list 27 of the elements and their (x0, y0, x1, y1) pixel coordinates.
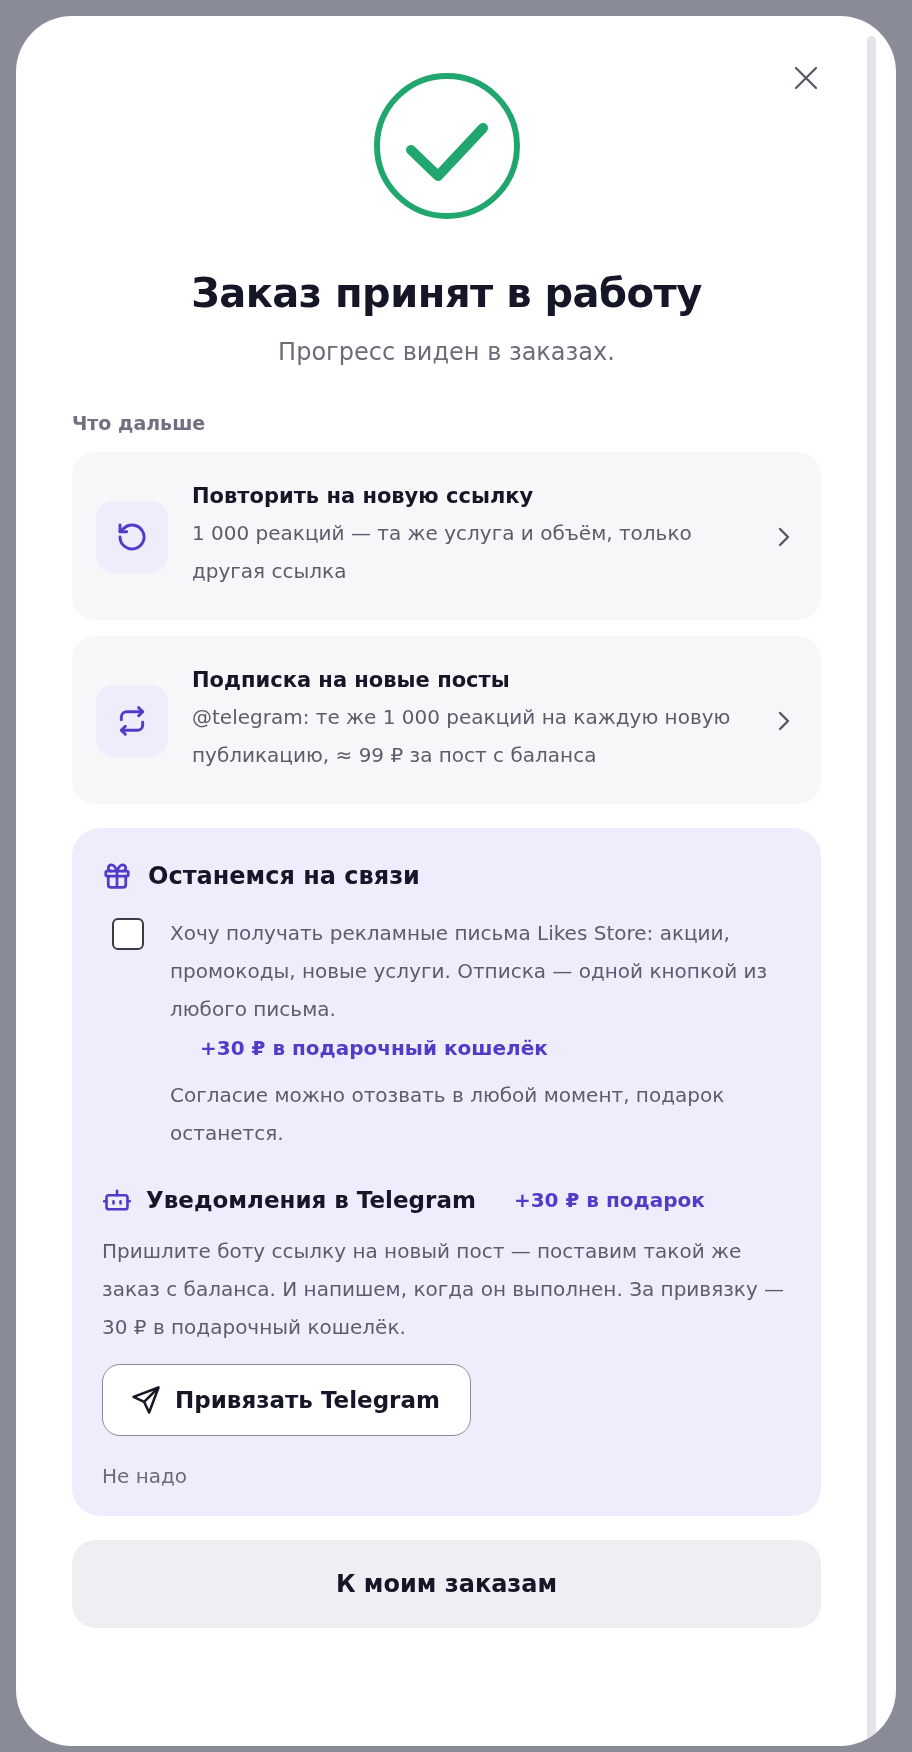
telegram-description: Пришлите боту ссылку на новый пост — поставим такой же заказ с баланса. И напишем, когда он выполнен. За привязку — 30 ₽ в подарочный кошелёк. (102, 1238, 786, 1341)
action-description: @telegram: те же 1 000 реакций на каждую новую публикацию, ≈ 99 ₽ за пост с баланса (192, 704, 732, 769)
dismiss-link[interactable]: Не надо (102, 1464, 188, 1488)
close-icon (794, 66, 818, 90)
consent-note: Согласие можно отозвать в любой момент, подарок останется. (170, 1082, 726, 1147)
action-title: Подписка на новые посты (192, 668, 511, 692)
dialog-title: Заказ принят в работу (191, 270, 702, 316)
gift-icon (102, 860, 132, 892)
bonus-text: +30 ₽ в подарочный кошелёк (200, 1036, 549, 1060)
action-description: 1 000 реакций — та же услуга и объём, только другая ссылка (192, 520, 693, 585)
dialog-subtitle: Прогресс виден в заказах. (278, 338, 615, 366)
section-title: Останемся на связи (148, 862, 420, 890)
bonus-text: +30 ₽ в подарок (513, 1188, 705, 1212)
action-card[interactable]: Подписка на новые посты @telegram: те же 1 000 реакций на каждую новую публикацию, ≈ 99 ₽ за пост с баланса (72, 636, 821, 804)
my-orders-button[interactable]: К моим заказам (72, 1540, 821, 1628)
link-telegram-button[interactable]: Привязать Telegram (102, 1364, 471, 1436)
send-icon (131, 1385, 161, 1415)
check-circle-icon (372, 72, 521, 220)
undo-icon (116, 521, 148, 553)
newsletter-label: Хочу получать рекламные письма Likes Store: акции, промокоды, новые услуги. Отписка — одной кнопкой из любого письма. (170, 920, 769, 1023)
telegram-title: Уведомления в Telegram (146, 1187, 476, 1213)
action-title: Повторить на новую ссылку (192, 484, 535, 508)
chevron-right-icon (777, 526, 791, 548)
chevron-right-icon (777, 710, 791, 732)
action-card[interactable]: Повторить на новую ссылку 1 000 реакций — та же услуга и объём, только другая ссылка (72, 452, 821, 620)
section-label: Что дальше (72, 412, 207, 434)
newsletter-checkbox[interactable] (112, 918, 144, 950)
